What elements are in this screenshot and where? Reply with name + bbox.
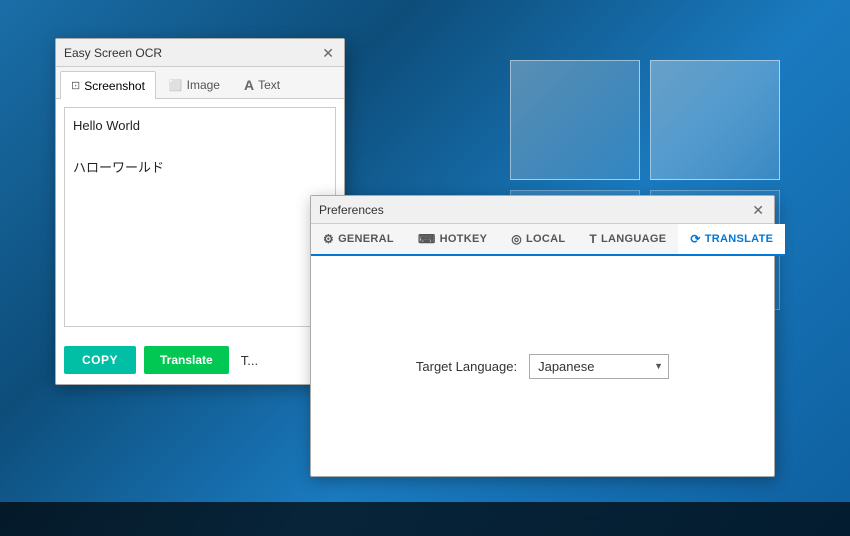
pref-window-title: Preferences bbox=[319, 203, 384, 217]
ocr-tab-bar: ⊡ Screenshot ⬜ Image A Text bbox=[56, 67, 344, 99]
tab-screenshot-label: Screenshot bbox=[84, 79, 145, 93]
pref-titlebar: Preferences ✕ bbox=[311, 196, 774, 224]
taskbar[interactable] bbox=[0, 502, 850, 536]
target-language-select[interactable]: Japanese English Chinese French German S… bbox=[529, 354, 669, 379]
translate-button[interactable]: Translate bbox=[144, 346, 229, 374]
pref-tab-translate[interactable]: ⟳ TRANSLATE bbox=[678, 224, 785, 256]
pref-tab-general[interactable]: ⚙ GENERAL bbox=[311, 224, 406, 256]
pref-tab-hotkey-label: HOTKEY bbox=[440, 233, 488, 245]
more-button[interactable]: T... bbox=[237, 349, 262, 372]
image-tab-icon: ⬜ bbox=[169, 79, 183, 92]
ocr-text-area[interactable] bbox=[64, 107, 336, 327]
ocr-close-button[interactable]: ✕ bbox=[320, 46, 336, 60]
desktop: Easy Screen OCR ✕ ⊡ Screenshot ⬜ Image A… bbox=[0, 0, 850, 536]
tab-screenshot[interactable]: ⊡ Screenshot bbox=[60, 71, 156, 99]
pref-close-button[interactable]: ✕ bbox=[750, 203, 766, 217]
pref-tab-translate-label: TRANSLATE bbox=[705, 233, 774, 245]
hotkey-icon: ⌨ bbox=[418, 232, 436, 246]
language-select-wrapper: Japanese English Chinese French German S… bbox=[529, 354, 669, 379]
pref-tab-local-label: LOCAL bbox=[526, 233, 565, 245]
pref-tab-language-label: LANGUAGE bbox=[601, 233, 666, 245]
pref-tab-local[interactable]: ◎ LOCAL bbox=[499, 224, 577, 256]
general-icon: ⚙ bbox=[323, 232, 334, 246]
language-icon: T bbox=[589, 232, 597, 246]
text-tab-icon: A bbox=[244, 77, 254, 93]
win-pane-top-right bbox=[650, 60, 780, 180]
pref-tab-general-label: GENERAL bbox=[338, 233, 394, 245]
pref-tab-hotkey[interactable]: ⌨ HOTKEY bbox=[406, 224, 499, 256]
tab-image-label: Image bbox=[187, 78, 220, 92]
copy-button[interactable]: COPY bbox=[64, 346, 136, 374]
win-pane-top-left bbox=[510, 60, 640, 180]
tab-image[interactable]: ⬜ Image bbox=[158, 71, 231, 98]
local-icon: ◎ bbox=[511, 232, 522, 246]
target-language-row: Target Language: Japanese English Chines… bbox=[416, 354, 669, 379]
target-language-label: Target Language: bbox=[416, 359, 517, 374]
tab-text-label: Text bbox=[258, 78, 280, 92]
ocr-window-title: Easy Screen OCR bbox=[64, 46, 162, 60]
translate-icon: ⟳ bbox=[690, 232, 700, 246]
ocr-window: Easy Screen OCR ✕ ⊡ Screenshot ⬜ Image A… bbox=[55, 38, 345, 385]
ocr-titlebar: Easy Screen OCR ✕ bbox=[56, 39, 344, 67]
preferences-window: Preferences ✕ ⚙ GENERAL ⌨ HOTKEY ◎ LOCAL… bbox=[310, 195, 775, 477]
ocr-content-area bbox=[56, 99, 344, 340]
pref-tab-bar: ⚙ GENERAL ⌨ HOTKEY ◎ LOCAL T LANGUAGE ⟳ … bbox=[311, 224, 774, 256]
screenshot-tab-icon: ⊡ bbox=[71, 79, 80, 92]
pref-content-area: Target Language: Japanese English Chines… bbox=[311, 256, 774, 476]
ocr-button-bar: COPY Translate T... bbox=[56, 340, 344, 384]
pref-tab-language[interactable]: T LANGUAGE bbox=[577, 224, 678, 256]
tab-text[interactable]: A Text bbox=[233, 71, 291, 98]
